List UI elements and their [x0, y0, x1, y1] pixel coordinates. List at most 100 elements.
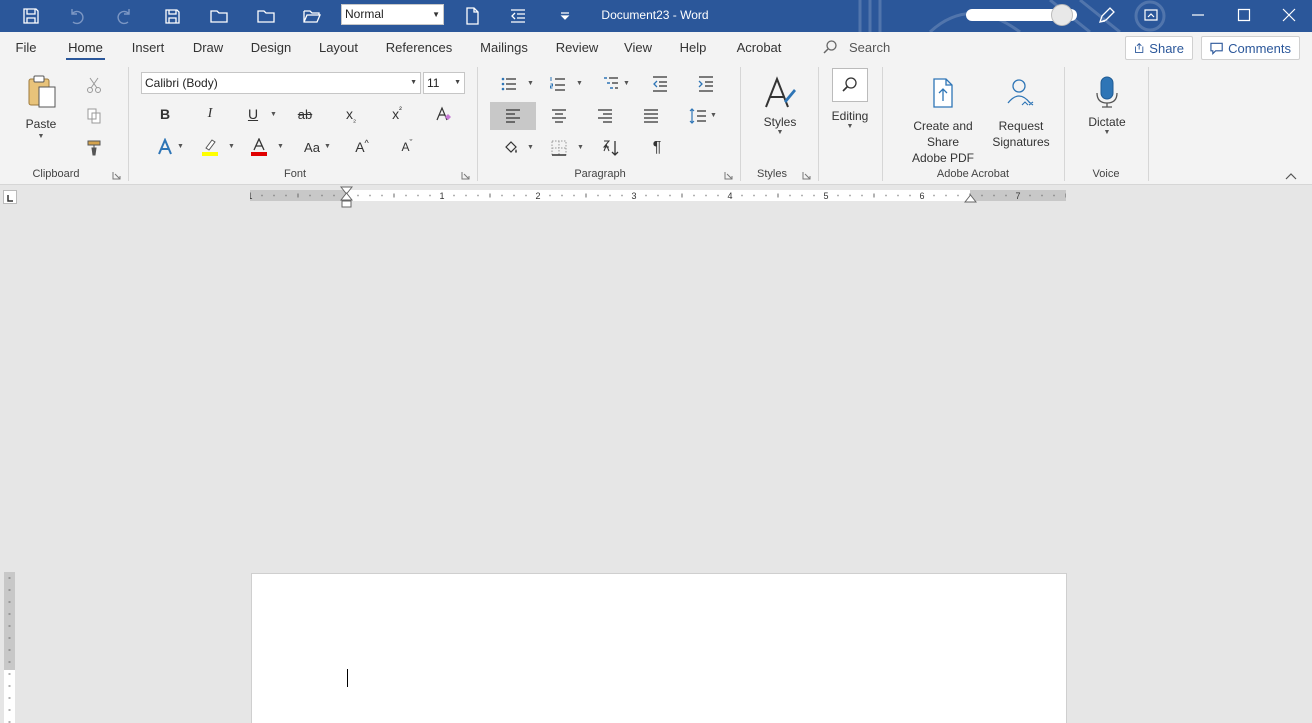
dialog-launcher-icon[interactable] [461, 171, 470, 180]
request-signatures-button[interactable]: Request Signatures [990, 77, 1052, 150]
chevron-down-icon[interactable]: ▼ [576, 80, 583, 87]
change-case-button[interactable]: Aa [300, 136, 324, 158]
strikethrough-button[interactable]: ab [294, 103, 316, 125]
search-label[interactable]: Search [849, 32, 890, 63]
copy-button[interactable] [84, 106, 104, 126]
justify-button[interactable] [640, 105, 662, 127]
ribbon-display-options-button[interactable] [1128, 0, 1174, 30]
tab-insert[interactable]: Insert [129, 32, 167, 63]
superscript-button[interactable]: x² [386, 103, 408, 125]
clear-formatting-button[interactable] [432, 103, 454, 125]
font-color-button[interactable] [248, 136, 270, 158]
shading-button[interactable] [500, 137, 522, 159]
redo-button[interactable] [106, 0, 142, 32]
bold-button[interactable]: B [154, 103, 176, 125]
align-center-button[interactable] [548, 105, 570, 127]
style-dropdown[interactable]: Normal ▼ [341, 4, 444, 25]
shrink-font-button[interactable]: Aˇ [396, 136, 418, 158]
ruler-label: 4 [727, 191, 732, 201]
dialog-launcher-icon[interactable] [802, 171, 811, 180]
maximize-button[interactable] [1221, 0, 1267, 30]
sort-button[interactable] [600, 137, 622, 159]
chevron-down-icon: ▼ [454, 79, 461, 86]
document-page[interactable] [251, 573, 1067, 723]
vertical-ruler[interactable] [4, 572, 15, 723]
request-line1: Request [998, 119, 1044, 133]
dictate-button[interactable]: Dictate ▼ [1082, 75, 1132, 136]
show-hide-marks-button[interactable]: ¶ [646, 137, 668, 159]
dialog-launcher-icon[interactable] [112, 171, 121, 180]
tab-review[interactable]: Review [554, 32, 600, 63]
chevron-down-icon[interactable]: ▼ [577, 144, 584, 151]
numbering-button[interactable] [547, 73, 569, 95]
chevron-down-icon[interactable]: ▼ [270, 111, 277, 118]
undo-button[interactable] [59, 0, 95, 32]
text-effects-button[interactable] [154, 136, 176, 158]
comments-label: Comments [1228, 40, 1291, 56]
chevron-down-icon[interactable]: ▼ [228, 143, 235, 150]
pen-button[interactable] [1088, 0, 1124, 32]
tab-layout[interactable]: Layout [317, 32, 360, 63]
tab-selector[interactable] [3, 190, 17, 204]
chevron-down-icon[interactable]: ▼ [623, 80, 630, 87]
save-as-button[interactable] [154, 0, 190, 32]
comments-button[interactable]: Comments [1201, 36, 1300, 60]
account-toggle[interactable] [966, 4, 1077, 26]
chevron-down-icon[interactable]: ▼ [177, 143, 184, 150]
paste-button[interactable]: Paste ▼ [18, 73, 64, 140]
indent-button[interactable] [500, 0, 536, 32]
minimize-button[interactable] [1175, 0, 1221, 30]
chevron-down-icon[interactable]: ▼ [277, 143, 284, 150]
bullets-button[interactable] [498, 73, 520, 95]
chevron-down-icon[interactable]: ▼ [527, 144, 534, 151]
tab-help[interactable]: Help [677, 32, 709, 63]
close-button[interactable] [1266, 0, 1312, 30]
tab-acrobat[interactable]: Acrobat [734, 32, 784, 63]
right-indent-marker-icon[interactable] [964, 193, 977, 203]
editing-button[interactable]: Editing ▼ [826, 68, 874, 130]
tab-mailings[interactable]: Mailings [477, 32, 531, 63]
save-button[interactable] [13, 0, 49, 32]
open-button[interactable] [294, 0, 330, 32]
tab-view[interactable]: View [623, 32, 653, 63]
indent-marker-icon[interactable] [340, 186, 353, 210]
new-folder-button[interactable] [201, 0, 237, 32]
chevron-down-icon[interactable]: ▼ [710, 112, 717, 119]
subscript-button[interactable]: x₂ [340, 103, 362, 125]
horizontal-ruler[interactable]: 1 1 2 3 4 5 6 7 [250, 190, 1066, 201]
chevron-down-icon[interactable]: ▼ [527, 80, 534, 87]
tab-home[interactable]: Home [66, 32, 105, 63]
line-spacing-button[interactable] [687, 105, 709, 127]
share-button[interactable]: Share [1125, 36, 1193, 60]
grow-font-button[interactable]: A ^ [351, 136, 373, 158]
tab-file[interactable]: File [12, 32, 40, 63]
highlight-button[interactable] [199, 136, 221, 158]
align-left-button[interactable] [490, 102, 536, 130]
tab-draw[interactable]: Draw [190, 32, 226, 63]
dialog-launcher-icon[interactable] [724, 171, 733, 180]
decrease-indent-button[interactable] [649, 73, 671, 95]
collapse-ribbon-icon[interactable] [1285, 172, 1297, 180]
font-size-dropdown[interactable]: 11 ▼ [423, 72, 465, 94]
tab-design[interactable]: Design [249, 32, 293, 63]
document-title: Document23 - Word [601, 8, 709, 22]
create-share-pdf-button[interactable]: Create and Share Adobe PDF [896, 77, 990, 166]
underline-button[interactable]: U [242, 103, 264, 125]
new-document-button[interactable] [454, 0, 490, 32]
clipboard-group-label: Clipboard [32, 168, 80, 180]
increase-indent-button[interactable] [695, 73, 717, 95]
styles-button[interactable]: Styles ▼ [755, 75, 805, 136]
format-painter-button[interactable] [84, 137, 104, 157]
folder-button[interactable] [248, 0, 284, 32]
font-name-dropdown[interactable]: Calibri (Body) ▼ [141, 72, 421, 94]
chevron-down-icon[interactable]: ▼ [324, 143, 331, 150]
borders-button[interactable] [548, 137, 570, 159]
cut-button[interactable] [84, 75, 104, 95]
italic-button[interactable]: I [199, 103, 221, 125]
align-right-button[interactable] [594, 105, 616, 127]
ruler-label: 7 [1015, 191, 1020, 201]
font-name-value: Calibri (Body) [145, 76, 218, 90]
tab-references[interactable]: References [384, 32, 454, 63]
search-icon[interactable] [822, 39, 838, 55]
multilevel-list-button[interactable] [600, 73, 622, 95]
